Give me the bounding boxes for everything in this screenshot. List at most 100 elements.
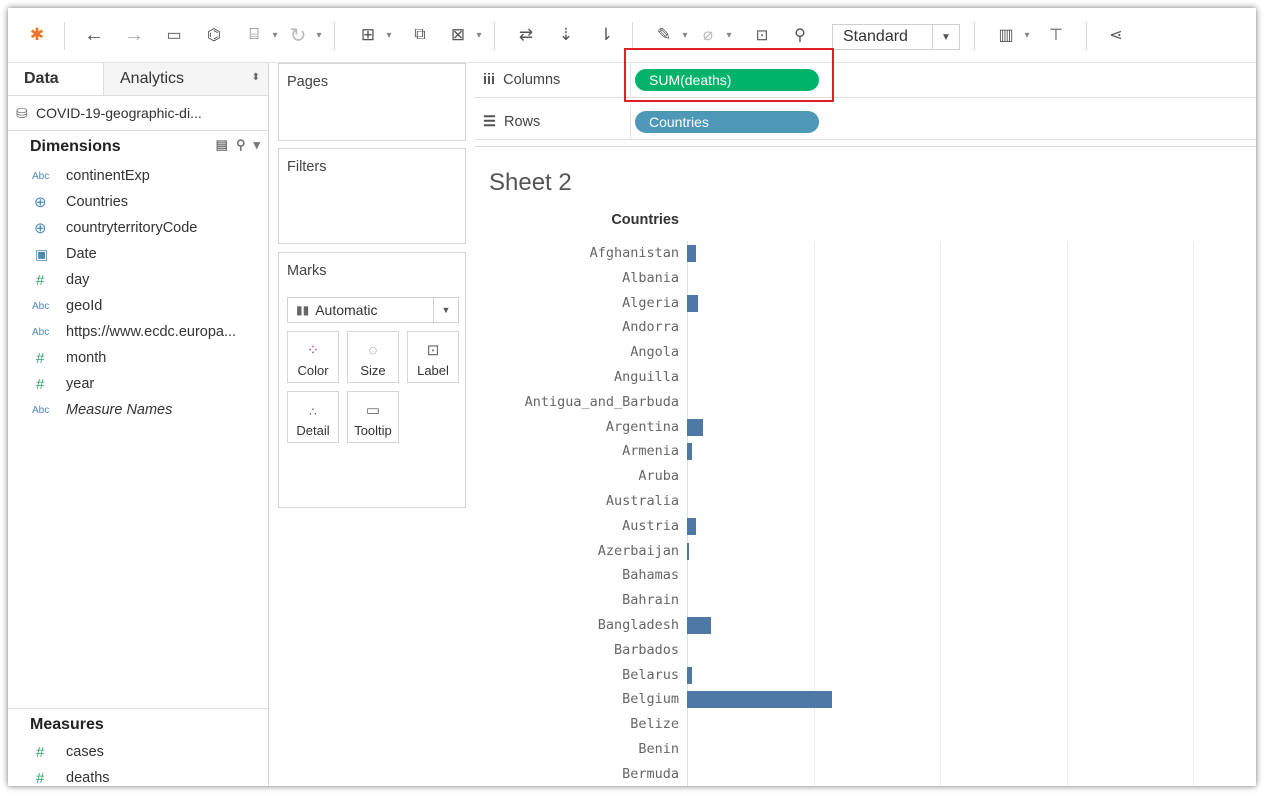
- dimension-field[interactable]: ▣ Date: [8, 241, 268, 267]
- tableau-logo-icon[interactable]: ✱: [22, 22, 52, 48]
- dimension-field[interactable]: # year: [8, 371, 268, 397]
- globe-icon: ⊕: [34, 194, 47, 211]
- tab-analytics[interactable]: Analytics ⬍: [104, 63, 268, 95]
- back-arrow-icon[interactable]: ←: [80, 22, 108, 48]
- deaths-bar[interactable]: [687, 691, 833, 709]
- country-row-label[interactable]: Bahrain: [475, 592, 679, 608]
- tab-data[interactable]: Data: [8, 63, 104, 95]
- measure-field[interactable]: # cases: [8, 739, 268, 765]
- pin-icon[interactable]: ⚲: [786, 22, 814, 48]
- tooltip-button[interactable]: ▭ Tooltip: [347, 391, 399, 443]
- share-icon[interactable]: ⋖: [1102, 22, 1130, 48]
- forward-arrow-icon[interactable]: →: [120, 22, 148, 48]
- deaths-bar[interactable]: [687, 245, 697, 262]
- deaths-bar[interactable]: [687, 617, 711, 634]
- country-row-label[interactable]: Bangladesh: [475, 617, 679, 633]
- dimension-field[interactable]: Abc geoId: [8, 293, 268, 319]
- country-row-label[interactable]: Bermuda: [475, 766, 679, 782]
- shelf-divider: [630, 105, 631, 139]
- size-button[interactable]: ◌ Size: [347, 331, 399, 383]
- country-row-label[interactable]: Australia: [475, 493, 679, 509]
- country-row-label[interactable]: Belarus: [475, 667, 679, 683]
- countries-pill[interactable]: Countries: [635, 111, 819, 133]
- sort-descending-icon[interactable]: ⇂: [592, 22, 620, 48]
- country-row-label[interactable]: Aruba: [475, 468, 679, 484]
- clear-sheet-icon[interactable]: ⊠: [444, 22, 472, 48]
- group-icon[interactable]: ⌀: [694, 22, 722, 48]
- string-type-icon: Abc: [32, 170, 50, 182]
- country-row-label[interactable]: Albania: [475, 270, 679, 286]
- country-row-label[interactable]: Algeria: [475, 295, 679, 311]
- show-labels-icon[interactable]: ⊡: [748, 22, 776, 48]
- mark-type-dropdown[interactable]: ▮▮ Automatic ▼: [287, 297, 459, 323]
- toolbar-separator: [334, 22, 335, 50]
- view-list-icon[interactable]: ▤: [216, 137, 228, 153]
- country-row-label[interactable]: Argentina: [475, 419, 679, 435]
- deaths-bar[interactable]: [687, 666, 692, 684]
- label-button[interactable]: ⊡ Label: [407, 331, 459, 383]
- swap-axes-icon[interactable]: ⇄: [512, 22, 540, 48]
- dimension-field[interactable]: Abc Measure Names: [8, 397, 268, 423]
- country-row-label[interactable]: Benin: [475, 741, 679, 757]
- dimension-field[interactable]: # day: [8, 267, 268, 293]
- dimension-field-label: Date: [66, 246, 97, 262]
- dimension-field[interactable]: ⊕ countryterritoryCode: [8, 215, 268, 241]
- dropdown-caret-icon[interactable]: ▾: [680, 22, 690, 48]
- country-row-label[interactable]: Austria: [475, 518, 679, 534]
- country-row-label[interactable]: Angola: [475, 344, 679, 360]
- new-datasource-icon[interactable]: ⌬: [200, 22, 228, 48]
- deaths-bar[interactable]: [687, 418, 703, 436]
- sort-ascending-icon[interactable]: ⇣: [552, 22, 580, 48]
- dropdown-caret-icon[interactable]: ▾: [724, 22, 734, 48]
- search-icon[interactable]: ⚲: [236, 137, 246, 153]
- country-row-label[interactable]: Anguilla: [475, 369, 679, 385]
- measure-field[interactable]: # deaths: [8, 765, 268, 787]
- country-row-label[interactable]: Andorra: [475, 319, 679, 335]
- marks-title: Marks: [287, 263, 327, 279]
- new-worksheet-icon[interactable]: ⊞: [354, 22, 382, 48]
- country-row-label[interactable]: Armenia: [475, 443, 679, 459]
- save-icon[interactable]: ▭: [160, 22, 188, 48]
- show-me-icon[interactable]: ▥: [992, 22, 1020, 48]
- deaths-bar[interactable]: [687, 443, 692, 461]
- dropdown-caret-icon[interactable]: ▾: [314, 22, 324, 48]
- country-row-label[interactable]: Azerbaijan: [475, 543, 679, 559]
- toolbar-separator: [974, 22, 975, 50]
- color-button[interactable]: ⁘ Color: [287, 331, 339, 383]
- country-row-label[interactable]: Belgium: [475, 691, 679, 707]
- countries-column-header[interactable]: Countries: [475, 212, 679, 228]
- dimension-field[interactable]: Abc https://www.ecdc.europa...: [8, 319, 268, 345]
- country-row-label[interactable]: Afghanistan: [475, 245, 679, 261]
- chevron-down-icon[interactable]: ▾: [253, 137, 260, 153]
- columns-shelf[interactable]: iii Columns SUM(deaths): [475, 63, 1256, 98]
- string-type-icon: Abc: [32, 326, 50, 338]
- highlight-icon[interactable]: ✎: [650, 22, 678, 48]
- fit-dropdown-value: Standard: [843, 28, 908, 45]
- dropdown-caret-icon[interactable]: ▾: [270, 22, 280, 48]
- country-row-label[interactable]: Bahamas: [475, 567, 679, 583]
- country-row-label[interactable]: Belize: [475, 716, 679, 732]
- deaths-bar[interactable]: [687, 294, 698, 312]
- tab-analytics-label: Analytics: [120, 70, 185, 87]
- dropdown-caret-icon[interactable]: ▾: [474, 22, 484, 48]
- dimension-field[interactable]: ⊕ Countries: [8, 189, 268, 215]
- dimension-field[interactable]: Abc continentExp: [8, 163, 268, 189]
- dropdown-caret-icon[interactable]: ▾: [384, 22, 394, 48]
- datasource-item[interactable]: ⛁ COVID-19-geographic-di...: [8, 96, 268, 131]
- dropdown-caret-icon[interactable]: ▾: [1022, 22, 1032, 48]
- country-row-label[interactable]: Antigua_and_Barbuda: [475, 394, 679, 410]
- deaths-bar[interactable]: [687, 542, 689, 560]
- dimension-field[interactable]: # month: [8, 345, 268, 371]
- fit-dropdown[interactable]: Standard ▼: [832, 24, 960, 50]
- country-row-label[interactable]: Barbados: [475, 642, 679, 658]
- presentation-icon[interactable]: ⊤: [1042, 22, 1070, 48]
- refresh-icon[interactable]: ↻: [284, 22, 312, 48]
- duplicate-sheet-icon[interactable]: ⧉: [406, 22, 434, 48]
- filters-card[interactable]: Filters: [278, 148, 466, 244]
- deaths-bar[interactable]: [687, 517, 696, 535]
- pages-card[interactable]: Pages: [278, 63, 466, 141]
- rows-shelf[interactable]: ☰ Rows Countries: [475, 105, 1256, 140]
- worksheet-view[interactable]: Sheet 2 Countries Afghanistan Albania Alge…: [475, 146, 1256, 786]
- pause-updates-icon[interactable]: ⌸: [240, 22, 268, 48]
- detail-button[interactable]: ∴ Detail: [287, 391, 339, 443]
